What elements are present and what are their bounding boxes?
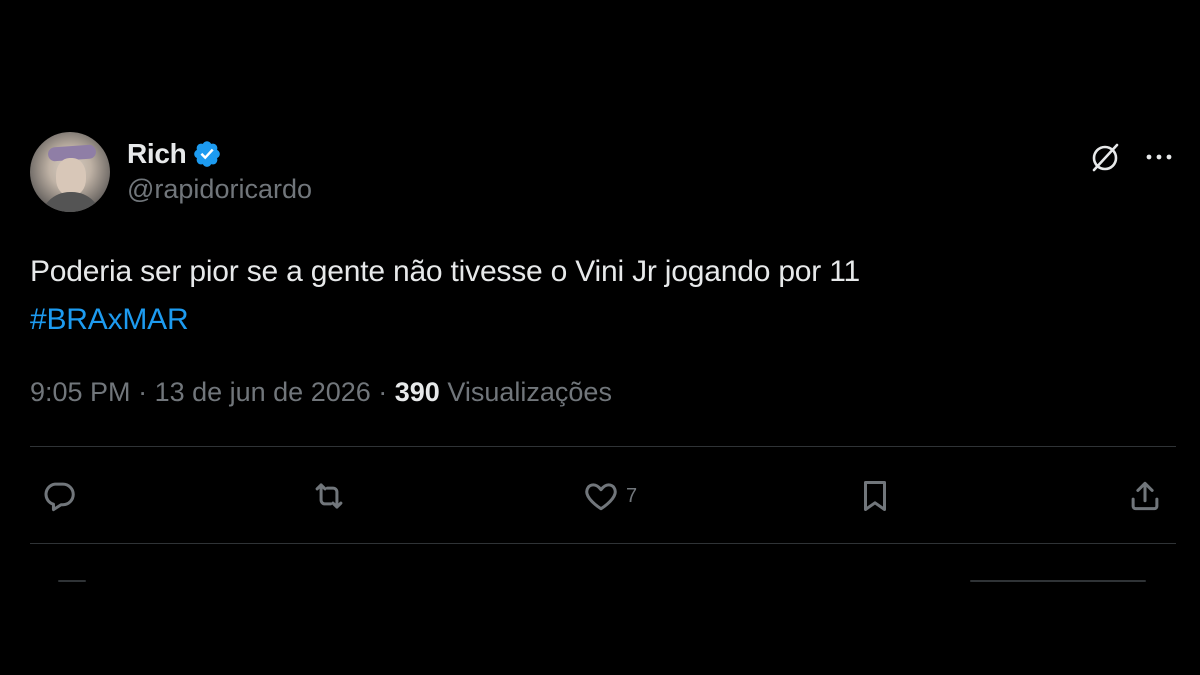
- author-handle[interactable]: @rapidoricardo: [127, 174, 312, 205]
- next-item-edge: [970, 580, 1146, 582]
- like-count: 7: [626, 484, 638, 507]
- more-options-icon[interactable]: [1142, 140, 1176, 174]
- avatar-face: [56, 158, 86, 196]
- meta-separator: ·: [130, 377, 155, 407]
- retweet-icon: [315, 483, 343, 509]
- reply-icon: [44, 482, 75, 512]
- grok-icon[interactable]: [1088, 140, 1122, 174]
- next-item-edge: [58, 580, 86, 582]
- tweet-text: Poderia ser pior se a gente não tivesse …: [30, 255, 860, 288]
- tweet-date[interactable]: 13 de jun de 2026: [155, 377, 371, 407]
- bookmark-icon: [863, 481, 887, 511]
- tweet-meta: 9:05 PM · 13 de jun de 2026 · 390 Visual…: [30, 372, 1176, 412]
- tweet-card: Rich @rapidoricardo Poderia ser pior se …: [30, 132, 1176, 544]
- verified-badge-icon[interactable]: [192, 139, 222, 169]
- views-count[interactable]: 390: [395, 377, 440, 407]
- tweet-header: Rich @rapidoricardo: [30, 132, 1176, 216]
- tweet-body: Poderia ser pior se a gente não tivesse …: [30, 248, 1176, 344]
- share-icon: [1131, 481, 1159, 511]
- heart-icon: [585, 483, 617, 511]
- divider: [30, 543, 1176, 544]
- avatar[interactable]: [30, 132, 110, 212]
- action-bar: 7: [30, 447, 1176, 543]
- author-names: Rich @rapidoricardo: [127, 132, 312, 205]
- views-label: Visualizações: [447, 377, 612, 407]
- top-actions: [1088, 140, 1176, 174]
- like-button[interactable]: 7: [582, 477, 637, 515]
- retweet-button[interactable]: [310, 477, 354, 515]
- bookmark-button[interactable]: [856, 477, 900, 515]
- display-name[interactable]: Rich: [127, 138, 187, 170]
- share-button[interactable]: [1126, 477, 1170, 515]
- tweet-time[interactable]: 9:05 PM: [30, 377, 131, 407]
- meta-separator: ·: [370, 377, 395, 407]
- name-row: Rich: [127, 136, 312, 172]
- hashtag-link[interactable]: #BRAxMAR: [30, 296, 189, 344]
- reply-button[interactable]: [40, 477, 84, 515]
- avatar-shirt: [40, 192, 102, 212]
